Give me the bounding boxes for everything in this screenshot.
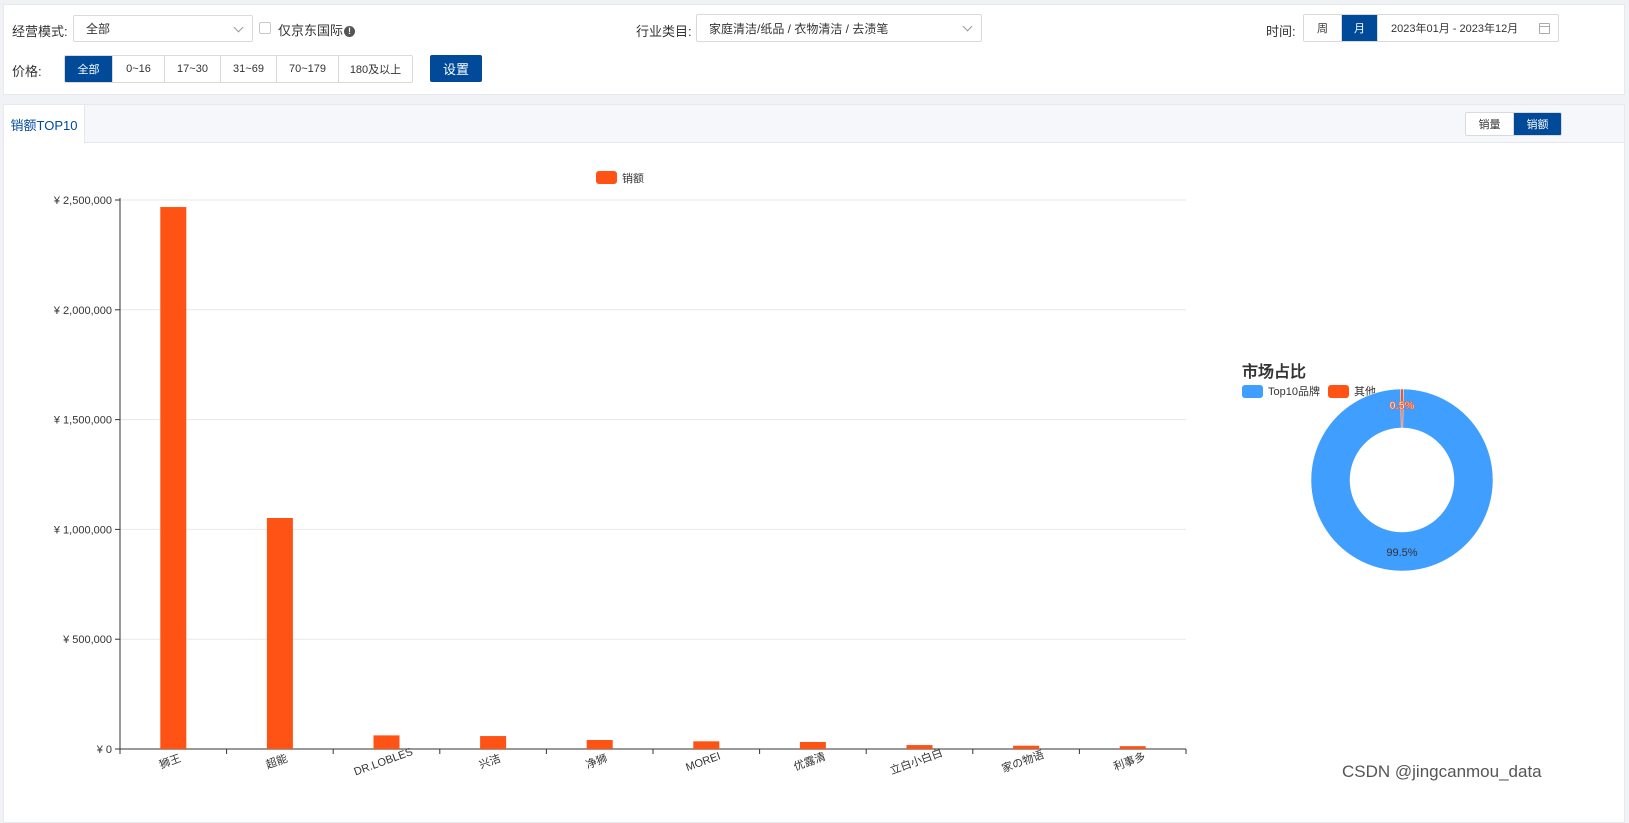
pie-legend-label: Top10品牌 [1268, 384, 1320, 398]
bar-8 [1013, 745, 1040, 749]
bar-3 [480, 736, 507, 749]
legend-label: 销额 [622, 171, 644, 185]
industry-value: 家庭清洁/纸品 / 衣物清洁 / 去渍笔 [709, 21, 889, 36]
price-option-17-30[interactable]: 17~30 [165, 56, 221, 82]
price-option-180-plus[interactable]: 180及以上 [339, 56, 412, 82]
x-tick-label: 狮王 [158, 752, 183, 772]
x-tick-label: DR.LOBLES [352, 746, 414, 778]
settings-button[interactable]: 设置 [430, 55, 482, 82]
y-tick-label: ¥ 0 [96, 744, 112, 756]
pie-title: 市场占比 [1242, 362, 1306, 381]
price-option-31-69[interactable]: 31~69 [221, 56, 277, 82]
tab-sales-top10[interactable]: 销额TOP10 [4, 105, 85, 143]
time-tab-week[interactable]: 周 [1304, 15, 1342, 41]
bar-6 [799, 741, 826, 749]
date-range-picker[interactable]: 2023年01月 - 2023年12月 [1378, 15, 1558, 41]
metric-toggle: 销量 销额 [1465, 112, 1562, 136]
x-tick-label: 利事多 [1111, 749, 1147, 773]
legend-swatch [596, 171, 617, 184]
chart-panel: 销额TOP10 销量 销额 ¥ 0 ¥ 500,000 ¥ 1,000,000 ¥ 1… [3, 104, 1625, 823]
tab-bar: 销额TOP10 销量 销额 [4, 105, 1624, 143]
pie-value-label: 0.5% [1389, 400, 1414, 412]
bar-4 [586, 739, 613, 749]
time-control: 周 月 2023年01月 - 2023年12月 [1303, 14, 1559, 42]
price-label: 价格: [12, 64, 42, 79]
jd-only-checkbox[interactable] [259, 22, 271, 34]
info-icon[interactable]: ! [344, 26, 356, 37]
price-option-0-16[interactable]: 0~16 [113, 56, 165, 82]
bar-7 [906, 745, 933, 749]
industry-label: 行业类目: [636, 24, 692, 39]
pie-value-label: 99.5% [1386, 547, 1417, 559]
price-filter: 全部 0~16 17~30 31~69 70~179 180及以上 [64, 55, 413, 83]
y-tick-label: ¥ 500,000 [62, 634, 112, 646]
chevron-down-icon [233, 22, 244, 33]
x-tick-label: 超能 [264, 751, 289, 772]
watermark: CSDN @jingcanmou_data [1342, 762, 1542, 781]
time-tab-month[interactable]: 月 [1342, 15, 1378, 41]
bar-0 [160, 207, 187, 749]
pie-legend-swatch [1242, 385, 1263, 398]
y-tick-label: ¥ 1,500,000 [53, 415, 112, 427]
x-tick-label: 家の物语 [1000, 747, 1046, 775]
bar-2 [373, 735, 400, 749]
sales-charts: ¥ 0 ¥ 500,000 ¥ 1,000,000 ¥ 1,500,000 ¥ 2,00… [53, 171, 1494, 778]
business-mode-label: 经营模式: [12, 24, 68, 39]
date-range-value: 2023年01月 - 2023年12月 [1391, 23, 1519, 35]
bar-9 [1119, 746, 1146, 749]
price-option-all[interactable]: 全部 [65, 56, 113, 82]
metric-volume-button[interactable]: 销量 [1466, 113, 1514, 135]
bar-5 [693, 741, 720, 749]
industry-select[interactable]: 家庭清洁/纸品 / 衣物清洁 / 去渍笔 [696, 14, 982, 42]
x-tick-label: 立白小白白 [888, 745, 944, 777]
jd-only-label: 仅京东国际! [278, 20, 356, 39]
time-label: 时间: [1266, 24, 1296, 39]
x-tick-label: MOREI [684, 750, 722, 774]
bar-1 [266, 517, 293, 749]
y-tick-label: ¥ 1,000,000 [53, 524, 112, 536]
x-tick-label: 优露清 [792, 750, 827, 774]
x-tick-label: 净狮 [584, 751, 609, 772]
calendar-icon [1539, 23, 1550, 34]
y-tick-label: ¥ 2,000,000 [53, 305, 112, 317]
x-tick-label: 兴洁 [477, 752, 502, 772]
price-option-70-179[interactable]: 70~179 [277, 56, 339, 82]
pie-legend-swatch [1328, 385, 1349, 398]
filter-panel: 经营模式: 全部 仅京东国际! 行业类目: 家庭清洁/纸品 / 衣物清洁 / 去… [3, 4, 1625, 95]
business-mode-value: 全部 [86, 22, 111, 36]
y-tick-label: ¥ 2,500,000 [53, 195, 112, 207]
business-mode-select[interactable]: 全部 [73, 15, 253, 42]
chevron-down-icon [962, 21, 973, 32]
metric-sales-button[interactable]: 销额 [1514, 113, 1561, 135]
